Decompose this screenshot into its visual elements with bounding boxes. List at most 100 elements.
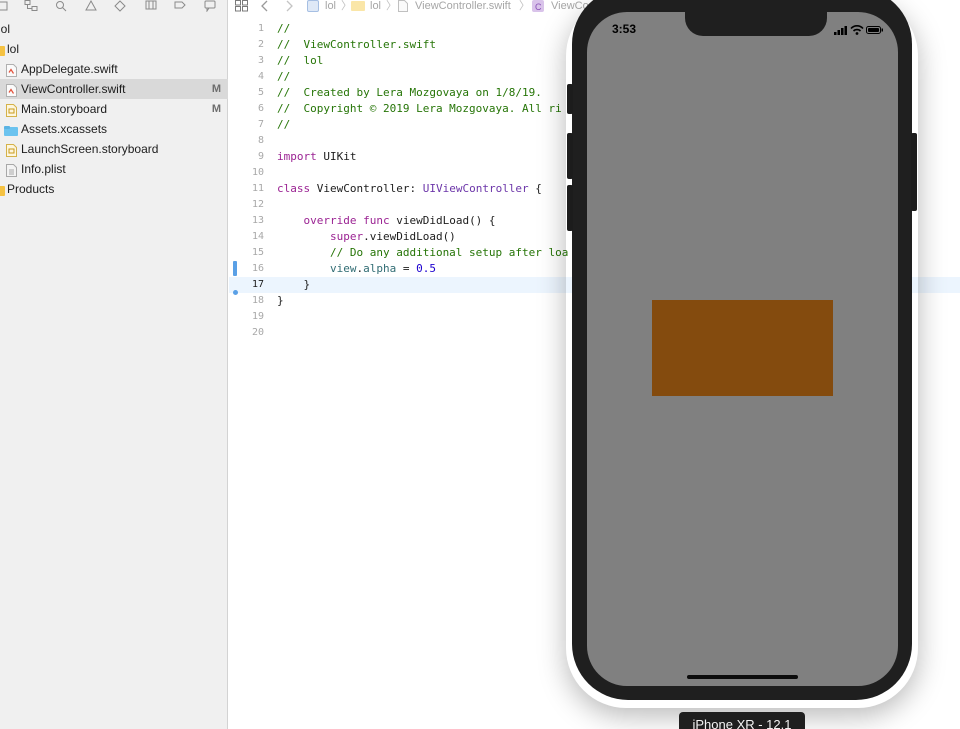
simulator-screen[interactable]: 3:53: [587, 12, 898, 686]
code-text: //: [277, 21, 290, 37]
code-text: //: [277, 69, 290, 85]
breadcrumb-separator: 〉: [386, 0, 397, 12]
notch: [685, 12, 827, 36]
power-button[interactable]: [911, 133, 917, 211]
tree-item-label: lol: [0, 22, 11, 36]
source-control-icon[interactable]: [24, 0, 38, 12]
code-token: class: [277, 182, 311, 195]
tree-item-label: Main.storyboard: [21, 102, 108, 116]
volume-down-button[interactable]: [567, 185, 573, 231]
report-icon[interactable]: [204, 0, 216, 12]
back-chevron-icon[interactable]: [261, 0, 269, 15]
home-indicator[interactable]: [687, 675, 798, 679]
tree-item-lol-project[interactable]: lol: [0, 19, 228, 39]
svg-text:C: C: [535, 2, 542, 12]
code-token: viewDidLoad() {: [389, 214, 496, 227]
mute-switch[interactable]: [567, 84, 573, 114]
test-diamond-icon[interactable]: [114, 0, 126, 12]
code-text: super.viewDidLoad(): [277, 229, 456, 245]
code-text: // lol: [277, 53, 323, 69]
code-token: // Copyright © 2019 Lera Mozgovaya. All …: [277, 102, 562, 115]
code-text: // Do any additional setup after loa: [277, 245, 568, 261]
code-token: // Created by Lera Mozgovaya on 1/8/19.: [277, 86, 542, 99]
modified-badge: M: [211, 103, 221, 115]
code-token: alpha: [363, 262, 397, 275]
debug-icon[interactable]: [145, 0, 157, 12]
code-token: // Do any additional setup after loa: [277, 246, 569, 259]
project-icon: [307, 0, 320, 15]
wifi-icon: [850, 24, 864, 35]
code-token: }: [277, 278, 311, 291]
battery-icon: [866, 26, 883, 34]
tree-item-launchscreen[interactable]: LaunchScreen.storyboard: [0, 139, 228, 159]
storyboard-file-icon: [6, 103, 18, 117]
line-number: 5: [257, 87, 264, 98]
line-number: 2: [257, 39, 264, 50]
volume-up-button[interactable]: [567, 133, 573, 179]
code-token: // lol: [277, 54, 324, 67]
signal-icon: [834, 26, 847, 35]
line-number: 12: [251, 199, 264, 210]
folder-icon: [351, 0, 365, 15]
code-token: ViewController:: [310, 182, 423, 195]
colored-view: [652, 300, 833, 396]
grid-icon[interactable]: [235, 0, 249, 15]
line-number: 8: [257, 135, 264, 146]
tree-item-appdelegate[interactable]: AppDelegate.swift: [0, 59, 228, 79]
code-token: 0.5: [416, 262, 436, 275]
line-number: 14: [251, 231, 264, 242]
code-text: }: [277, 277, 310, 293]
warning-icon[interactable]: [85, 0, 97, 12]
code-token: override func: [277, 214, 390, 227]
modified-badge: M: [211, 83, 221, 95]
tree-item-label: Info.plist: [21, 162, 66, 176]
code-token: // ViewController.swift: [277, 38, 436, 51]
storyboard-file-icon: [6, 143, 18, 157]
project-navigator: lol lol AppDelegate.swift ViewController…: [0, 0, 228, 729]
tree-item-label: LaunchScreen.storyboard: [21, 142, 159, 156]
assets-folder-icon: [4, 123, 18, 136]
line-number: 20: [251, 327, 264, 338]
tree-item-lol-group[interactable]: lol: [0, 39, 228, 59]
jump-bar-file[interactable]: ViewController.swift: [415, 0, 511, 12]
code-text: //: [277, 117, 290, 133]
line-number: 16: [251, 263, 264, 274]
line-number: 7: [257, 119, 264, 130]
line-number: 17: [251, 279, 264, 290]
code-text: // ViewController.swift: [277, 37, 436, 53]
code-text: // Copyright © 2019 Lera Mozgovaya. All …: [277, 101, 562, 117]
tree-item-products[interactable]: Products: [0, 179, 228, 199]
swift-file-icon: [6, 83, 18, 97]
code-text: override func viewDidLoad() {: [277, 213, 496, 229]
line-number: 13: [251, 215, 264, 226]
code-token: //: [277, 118, 291, 131]
line-number: 3: [257, 55, 264, 66]
code-text: import UIKit: [277, 149, 357, 165]
breadcrumb-separator: 〉: [519, 0, 530, 12]
line-number: 10: [251, 167, 264, 178]
code-token: import: [277, 150, 317, 163]
search-icon[interactable]: [55, 0, 67, 12]
folder-icon[interactable]: [0, 0, 8, 12]
tree-item-viewcontroller[interactable]: ViewController.swift M: [0, 79, 228, 99]
tree-item-main-storyboard[interactable]: Main.storyboard M: [0, 99, 228, 119]
code-token: UIKit: [316, 150, 357, 163]
class-icon: C: [532, 0, 544, 15]
tree-item-info-plist[interactable]: Info.plist: [0, 159, 228, 179]
code-token: //: [277, 70, 291, 83]
code-token: UIViewController: [422, 182, 529, 195]
code-token: .viewDidLoad(): [363, 230, 456, 243]
code-token: =: [396, 262, 417, 275]
code-token: super: [277, 230, 364, 243]
code-text: view.alpha = 0.5: [277, 261, 436, 277]
breakpoint-icon[interactable]: [174, 0, 186, 12]
forward-chevron-icon[interactable]: [285, 0, 293, 15]
tree-item-assets[interactable]: Assets.xcassets: [0, 119, 228, 139]
line-number: 18: [251, 295, 264, 306]
status-time: 3:53: [612, 22, 637, 36]
code-token: //: [277, 22, 291, 35]
jump-bar-group[interactable]: lol: [370, 0, 381, 12]
jump-bar-project[interactable]: lol: [325, 0, 336, 12]
line-number: 19: [251, 311, 264, 322]
tree-item-label: ViewController.swift: [21, 82, 126, 96]
